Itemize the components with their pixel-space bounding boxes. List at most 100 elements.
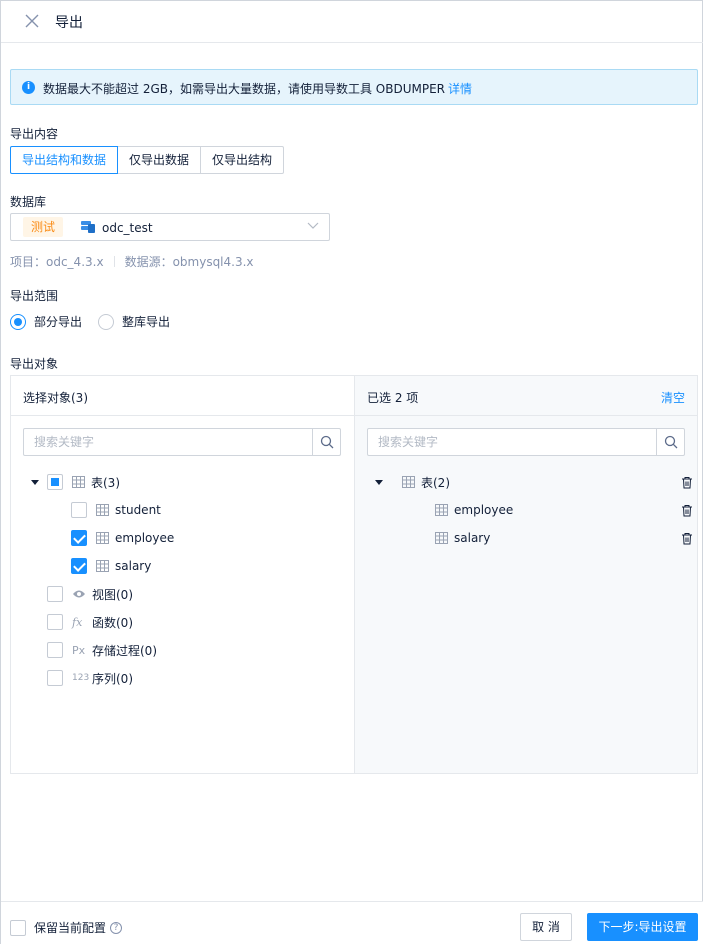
table-icon (435, 504, 448, 516)
option-structure-only[interactable]: 仅导出结构 (200, 146, 285, 174)
tree-node-student: student (71, 500, 161, 520)
database-name: odc_test (102, 221, 153, 235)
table-icon (402, 476, 415, 488)
functions-label: 函数(0) (92, 615, 133, 630)
env-tag: 测试 (23, 217, 64, 237)
views-checkbox[interactable] (47, 586, 63, 602)
search-icon (664, 435, 678, 449)
close-icon[interactable] (23, 12, 41, 30)
export-drawer: 导出 i 数据最大不能超过 2GB，如需导出大量数据，请使用导数工具 OBDUM… (0, 0, 703, 944)
tree-node-tables: 表(3) (31, 472, 120, 492)
eye-icon (73, 590, 85, 598)
tables-checkbox[interactable] (47, 474, 63, 490)
alert-text: 数据最大不能超过 2GB，如需导出大量数据，请使用导数工具 OBDUMPER (43, 82, 446, 96)
procedure-icon: Px (72, 643, 86, 657)
size-limit-alert: i 数据最大不能超过 2GB，如需导出大量数据，请使用导数工具 OBDUMPER… (10, 69, 698, 105)
sequences-label: 序列(0) (92, 671, 133, 686)
database-select[interactable]: 测试 odc_test (10, 213, 330, 241)
alert-message: 数据最大不能超过 2GB，如需导出大量数据，请使用导数工具 OBDUMPER 详情 (43, 80, 472, 97)
selected-search-input[interactable] (368, 429, 656, 455)
cancel-button[interactable]: 取 消 (520, 913, 572, 941)
tree-node-views: 视图(0) (47, 584, 133, 604)
employee-checkbox[interactable] (71, 530, 87, 546)
next-step-button[interactable]: 下一步:导出设置 (587, 913, 698, 941)
scope-label: 导出范围 (10, 289, 59, 303)
radio-dot (98, 313, 115, 330)
caret-down-icon[interactable] (375, 478, 383, 486)
datasource-info: 数据源：obmysql4.3.x (124, 255, 254, 269)
selected-search (367, 428, 685, 456)
source-pane-title: 选择对象(3) (23, 391, 88, 405)
scope-radio-group: 部分导出 整库导出 (10, 313, 186, 330)
source-pane: 选择对象(3) 表(3) student (11, 376, 355, 773)
selected-pane-header: 已选 2 项 清空 (355, 376, 697, 416)
selected-tables-label: 表(2) (421, 475, 450, 490)
table-icon (96, 504, 109, 516)
table-icon (72, 476, 85, 488)
sequences-checkbox[interactable] (47, 670, 63, 686)
export-content-label: 导出内容 (10, 127, 59, 141)
delete-tables-icon[interactable] (681, 476, 693, 489)
radio-label: 整库导出 (122, 315, 171, 329)
delete-salary-icon[interactable] (681, 532, 693, 545)
search-icon (320, 435, 334, 449)
keep-config[interactable]: 保留当前配置 ? (10, 919, 123, 936)
details-link[interactable]: 详情 (448, 82, 472, 96)
objects-label: 导出对象 (10, 357, 59, 371)
option-structure-and-data[interactable]: 导出结构和数据 (10, 146, 119, 174)
selected-pane-title: 已选 2 项 (367, 391, 419, 405)
procedures-label: 存储过程(0) (92, 643, 157, 658)
source-search (23, 428, 341, 456)
function-icon: fx (72, 615, 83, 629)
object-transfer: 选择对象(3) 表(3) student (10, 375, 698, 774)
views-label: 视图(0) (92, 587, 133, 602)
keep-config-checkbox[interactable] (10, 919, 26, 936)
drawer-footer: 保留当前配置 ? 取 消 下一步:导出设置 (1, 901, 703, 944)
help-icon[interactable]: ? (110, 921, 123, 934)
keep-config-label: 保留当前配置 (34, 921, 107, 935)
source-search-input[interactable] (24, 429, 312, 455)
sequence-icon: 123 (72, 673, 90, 683)
table-icon (435, 532, 448, 544)
option-data-only[interactable]: 仅导出数据 (117, 146, 202, 174)
meta-divider (113, 256, 115, 267)
table-icon (96, 560, 109, 572)
radio-full-export[interactable]: 整库导出 (98, 313, 170, 330)
tree-node-procedures: Px 存储过程(0) (47, 640, 157, 660)
selected-pane: 已选 2 项 清空 表(2) (355, 376, 697, 773)
table-icon (96, 532, 109, 544)
source-pane-header: 选择对象(3) (11, 376, 354, 416)
info-icon: i (22, 81, 35, 94)
student-checkbox[interactable] (71, 502, 87, 518)
selected-node-tables: 表(2) (375, 472, 450, 492)
selected-table-name: salary (454, 531, 491, 545)
radio-dot (10, 313, 26, 330)
tree-node-salary: salary (71, 556, 151, 576)
table-name: salary (115, 559, 152, 573)
tree-node-sequences: 123 序列(0) (47, 668, 133, 688)
clear-all-link[interactable]: 清空 (661, 389, 685, 406)
database-label: 数据库 (10, 195, 47, 209)
caret-down-icon[interactable] (31, 478, 39, 486)
export-content-segmented: 导出结构和数据 仅导出数据 仅导出结构 (10, 146, 285, 174)
drawer-title: 导出 (55, 15, 83, 31)
selected-search-button[interactable] (656, 429, 684, 455)
tree-node-functions: fx 函数(0) (47, 612, 133, 632)
table-name: employee (115, 531, 175, 545)
tables-label: 表(3) (91, 475, 120, 490)
selected-node-employee: employee (435, 500, 513, 520)
database-meta: 项目：odc_4.3.x 数据源：obmysql4.3.x (10, 253, 254, 270)
functions-checkbox[interactable] (47, 614, 63, 630)
selected-table-name: employee (454, 503, 514, 517)
selected-node-salary: salary (435, 528, 490, 548)
tree-node-employee: employee (71, 528, 174, 548)
project-info: 项目：odc_4.3.x (10, 255, 104, 269)
salary-checkbox[interactable] (71, 558, 87, 574)
table-name: student (115, 503, 161, 517)
procedures-checkbox[interactable] (47, 642, 63, 658)
delete-employee-icon[interactable] (681, 504, 693, 517)
chevron-down-icon (307, 222, 319, 229)
radio-partial-export[interactable]: 部分导出 (10, 313, 82, 330)
source-search-button[interactable] (312, 429, 340, 455)
database-icon (81, 221, 95, 233)
